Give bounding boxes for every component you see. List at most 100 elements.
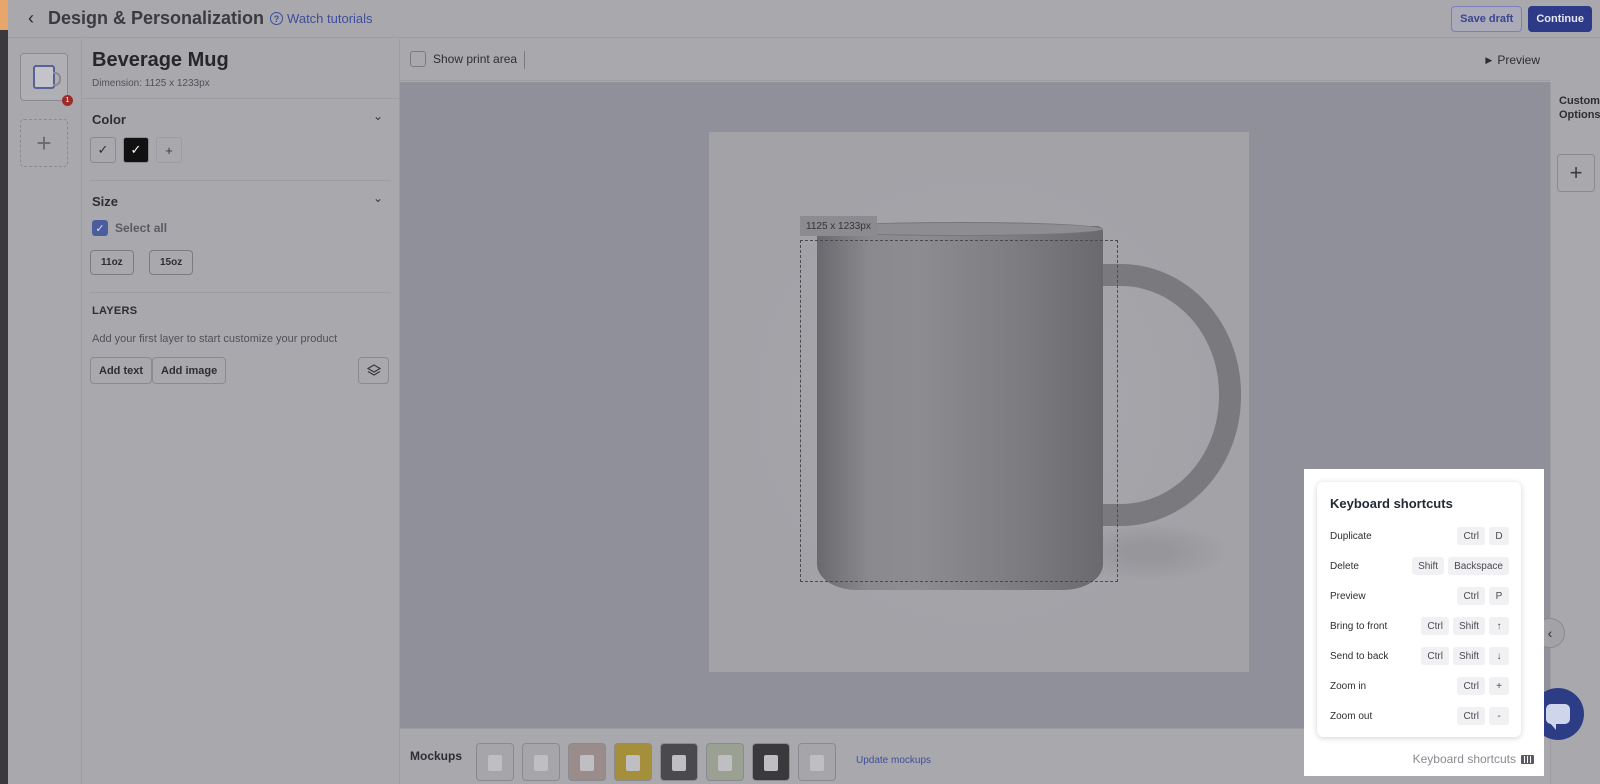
chevron-down-icon[interactable]: ⌄ [373,109,383,123]
shortcut-name: Send to back [1330,650,1389,662]
page-title: Design & Personalization [48,8,265,28]
shortcut-keys: Shift Backspace [1412,557,1509,575]
key-cap: Ctrl [1457,707,1485,725]
header-actions: Save draft Continue [1451,6,1592,32]
product-rail: 1 + [8,39,82,784]
mug-mockup-icon [718,755,732,771]
shortcut-row: Send to back Ctrl Shift ↓ [1330,646,1509,666]
keyboard-shortcuts-toggle[interactable]: Keyboard shortcuts [1413,752,1534,766]
properties-panel: Beverage Mug Dimension: 1125 x 1233px Co… [82,39,400,784]
mug-mockup-icon [672,755,686,771]
mockup-thumbnail[interactable] [522,743,560,781]
key-cap: Backspace [1448,557,1509,575]
mug-thumbnail-icon [33,65,61,89]
layers-hint: Add your first layer to start customize … [92,333,338,345]
mockup-thumbnail[interactable] [568,743,606,781]
color-label: Color [92,112,126,127]
add-product-button[interactable]: + [20,119,68,167]
shortcut-row: Zoom out Ctrl - [1330,706,1509,726]
shortcut-row: Delete Shift Backspace [1330,556,1509,576]
product-name: Beverage Mug [92,49,229,71]
right-rail: Custom Options + [1550,82,1600,784]
shortcut-keys: Ctrl P [1457,587,1509,605]
key-cap: Ctrl [1457,677,1485,695]
update-mockups-link[interactable]: Update mockups [856,755,931,766]
keyboard-shortcuts-footer-label: Keyboard shortcuts [1412,752,1516,766]
add-custom-option-button[interactable]: + [1557,154,1595,192]
key-cap: - [1489,707,1509,725]
keyboard-shortcuts-popover: Keyboard shortcuts Duplicate Ctrl D Delete S… [1304,469,1544,776]
mug-mockup-icon [810,755,824,771]
layers-button[interactable] [358,357,389,384]
mug-mockup-icon [488,755,502,771]
continue-button[interactable]: Continue [1528,6,1592,32]
canvas-toolbar: Show print area ▶ Preview [400,39,1550,81]
mockup-thumbnail[interactable] [614,743,652,781]
chevron-down-icon[interactable]: ⌄ [373,191,383,205]
shortcut-name: Zoom in [1330,680,1367,692]
shortcut-name: Bring to front [1330,620,1388,632]
shortcut-row: Preview Ctrl P [1330,586,1509,606]
shortcut-name: Duplicate [1330,530,1372,542]
mug-mockup-icon [580,755,594,771]
shortcut-keys: Ctrl Shift ↑ [1421,617,1509,635]
key-cap: + [1489,677,1509,695]
print-area-size-tag: 1125 x 1233px [800,216,877,236]
color-swatch-black[interactable]: ✓ [123,137,149,163]
error-badge: 1 [62,95,73,106]
watch-tutorials-link[interactable]: ? Watch tutorials [270,11,373,26]
select-all-checkbox[interactable]: ✓ Select all [92,220,167,236]
add-color-button[interactable]: + [156,137,182,163]
mockup-thumbnail[interactable] [798,743,836,781]
keyboard-shortcuts-card: Keyboard shortcuts Duplicate Ctrl D Delete S… [1317,482,1521,737]
mockup-thumbnail[interactable] [752,743,790,781]
shortcut-row: Bring to front Ctrl Shift ↑ [1330,616,1509,636]
key-cap: ↓ [1489,647,1509,665]
show-print-area-toggle[interactable]: Show print area [410,51,517,67]
add-text-button[interactable]: Add text [90,357,152,384]
shortcut-name: Preview [1330,590,1366,602]
shortcut-row: Duplicate Ctrl D [1330,526,1509,546]
mug-mockup-icon [626,755,640,771]
shortcut-name: Delete [1330,560,1359,572]
key-cap: Shift [1452,617,1485,635]
add-image-button[interactable]: Add image [152,357,227,384]
size-option-11oz[interactable]: 11oz [90,250,134,275]
shortcut-row: Zoom in Ctrl + [1330,676,1509,696]
mockup-thumbnail[interactable] [476,743,514,781]
size-option-15oz[interactable]: 15oz [149,250,194,275]
preview-button[interactable]: ▶ Preview [1485,53,1540,67]
artboard[interactable]: 1125 x 1233px [709,132,1249,672]
save-draft-button[interactable]: Save draft [1451,6,1523,32]
key-cap: Ctrl [1457,527,1485,545]
key-cap: Ctrl [1457,587,1485,605]
keyboard-icon [1521,754,1534,764]
custom-options-label[interactable]: Custom Options [1559,94,1600,122]
divider [90,292,391,293]
back-arrow-icon[interactable]: ‹ [14,0,48,38]
chat-icon [1546,704,1570,730]
select-all-label: Select all [115,221,168,235]
color-swatch-white[interactable]: ✓ [90,137,116,163]
mug-mockup-icon [534,755,548,771]
top-header: ‹ Design & Personalization ? Watch tutor… [8,0,1600,38]
product-dimension: Dimension: 1125 x 1233px [92,78,210,89]
divider [524,51,525,69]
shortcut-keys: Ctrl D [1457,527,1509,545]
key-cap: Shift [1412,557,1445,575]
key-cap: D [1489,527,1509,545]
key-cap: P [1489,587,1509,605]
shortcut-name: Zoom out [1330,710,1373,722]
mockup-thumbnail[interactable] [660,743,698,781]
watch-tutorials-label: Watch tutorials [287,11,373,26]
play-icon: ▶ [1485,54,1493,65]
key-cap: Ctrl [1421,647,1449,665]
chevron-left-icon: ‹ [1547,625,1553,641]
print-area-outline[interactable] [800,240,1118,582]
mockups-label: Mockups [410,749,463,763]
mockup-thumbnail[interactable] [706,743,744,781]
divider [90,180,391,181]
divider [82,98,399,99]
product-thumbnail[interactable]: 1 [20,53,73,106]
edge-accent [0,0,8,30]
